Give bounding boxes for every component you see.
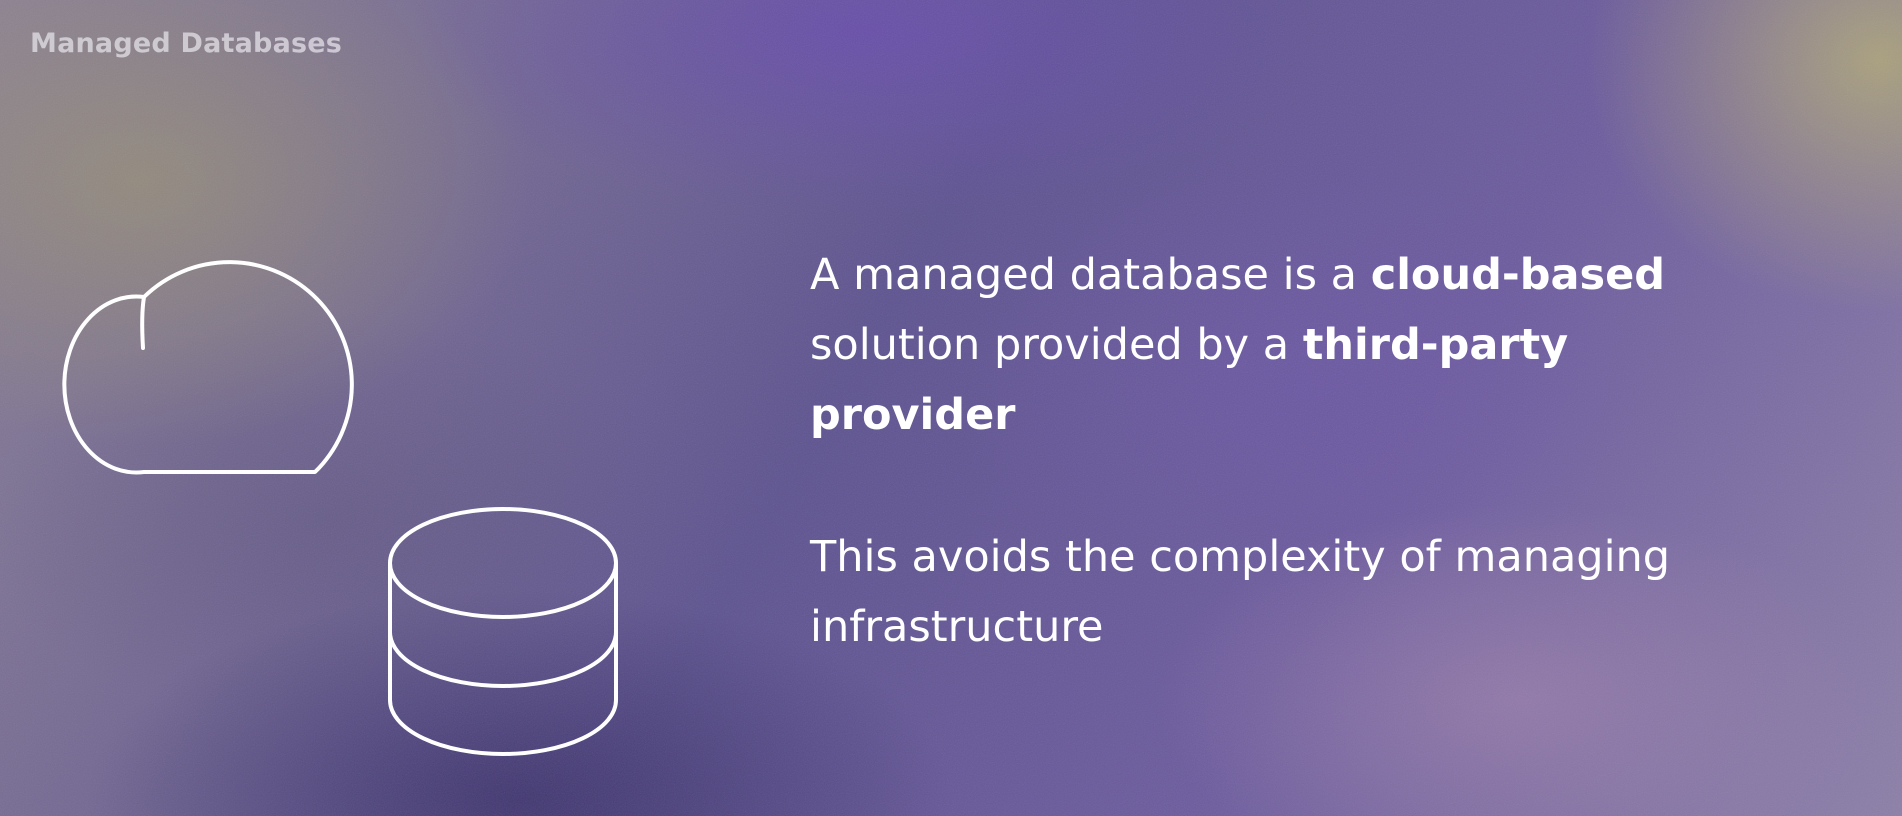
- description-paragraph-1: A managed database is a cloud-based solu…: [810, 240, 1710, 450]
- database-icon: [388, 507, 618, 756]
- description-paragraph-2: This avoids the complexity of managing i…: [810, 532, 1671, 652]
- description-text-part-1: A managed database is a: [810, 250, 1371, 300]
- page-title: Managed Databases: [30, 28, 343, 59]
- description-text-part-2: solution provided by a: [810, 320, 1303, 370]
- description-text: A managed database is a cloud-based solu…: [810, 240, 1710, 662]
- cloud-icon: [62, 260, 354, 475]
- highlight-cloud-based: cloud-based: [1370, 250, 1666, 300]
